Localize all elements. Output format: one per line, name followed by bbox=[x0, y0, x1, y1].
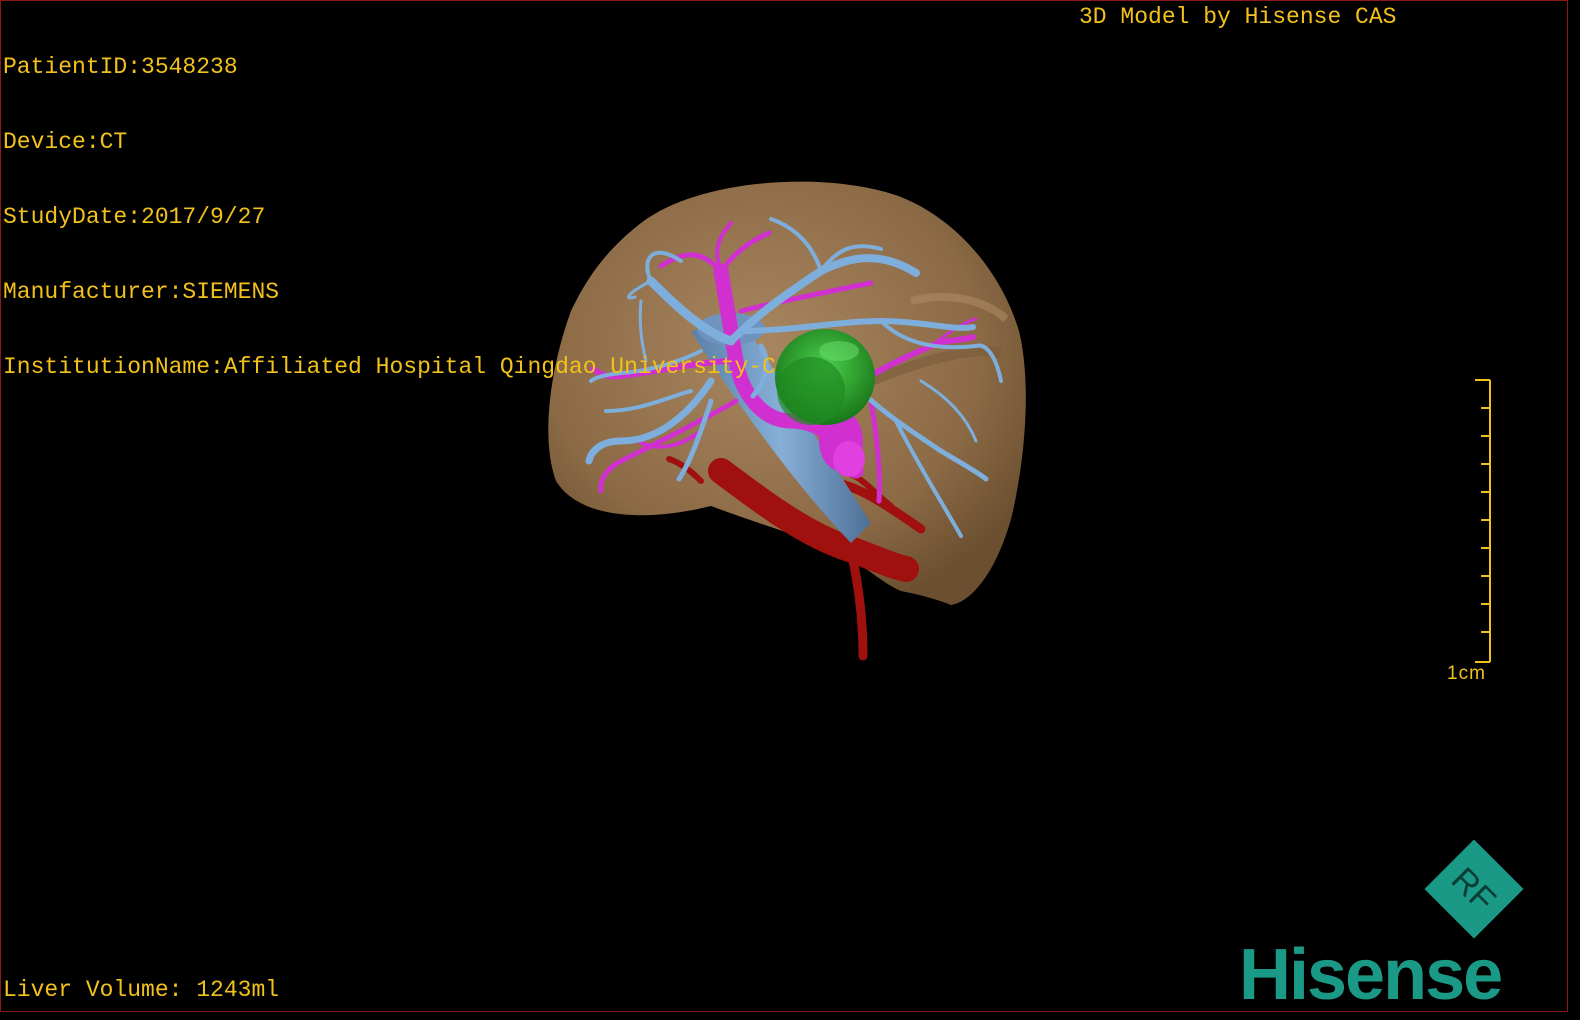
liver-volume-text: Liver Volume: 1243ml bbox=[3, 977, 280, 1003]
model-credit-text: 3D Model by Hisense CAS bbox=[1079, 4, 1397, 30]
patient-info-panel: PatientID:3548238 Device:CT StudyDate:20… bbox=[3, 5, 776, 430]
scale-bar bbox=[1475, 379, 1491, 663]
patient-id-text: PatientID:3548238 bbox=[3, 54, 238, 80]
manufacturer-text: Manufacturer:SIEMENS bbox=[3, 279, 280, 305]
lesion bbox=[775, 329, 875, 425]
study-date-text: StudyDate:2017/9/27 bbox=[3, 204, 266, 230]
device-text: Device:CT bbox=[3, 129, 128, 155]
scale-label: 1cm bbox=[1447, 663, 1486, 684]
rf-badge-icon: RF bbox=[1424, 839, 1524, 939]
3d-viewport[interactable]: PatientID:3548238 Device:CT StudyDate:20… bbox=[0, 0, 1568, 1012]
hisense-logo: Hisense bbox=[1239, 935, 1503, 1012]
institution-text: InstitutionName:Affiliated Hospital Qing… bbox=[3, 354, 776, 380]
